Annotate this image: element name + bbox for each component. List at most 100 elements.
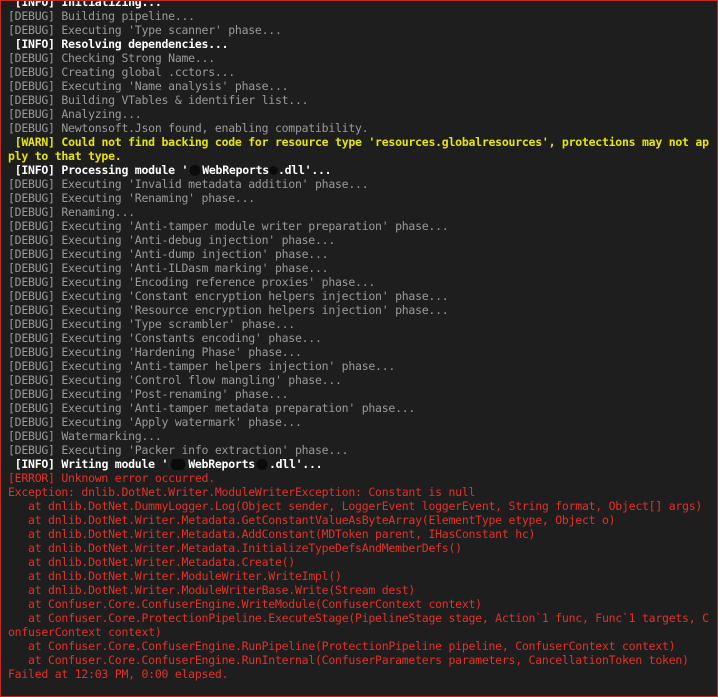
log-line-debug: [DEBUG] Executing 'Hardening Phase' phas… <box>8 345 714 359</box>
log-line-debug: [DEBUG] Executing 'Anti-tamper metadata … <box>8 401 714 415</box>
log-line-text: [DEBUG] Executing 'Type scrambler' phase… <box>8 317 295 331</box>
log-line-text: [DEBUG] Executing 'Renaming' phase... <box>8 191 255 205</box>
log-line-debug: [DEBUG] Executing 'Anti-tamper module wr… <box>8 219 714 233</box>
log-line-error: at dnlib.DotNet.Writer.Metadata.AddConst… <box>8 527 714 541</box>
log-line-text: [DEBUG] Newtonsoft.Json found, enabling … <box>8 121 369 135</box>
log-line-debug: [DEBUG] Newtonsoft.Json found, enabling … <box>8 121 714 135</box>
log-line-text: [DEBUG] Executing 'Type scanner' phase..… <box>8 23 282 37</box>
log-line-text: at dnlib.DotNet.Writer.ModuleWriterBase.… <box>8 583 416 597</box>
redacted-mark <box>254 459 269 470</box>
log-line-text: Exception: dnlib.DotNet.Writer.ModuleWri… <box>8 485 476 499</box>
module-ext-text: .dll'... <box>268 457 323 471</box>
module-ext-text: .dll'... <box>277 163 332 177</box>
log-line-text: at dnlib.DotNet.DummyLogger.Log(Object s… <box>8 499 703 513</box>
log-line-debug: [DEBUG] Executing 'Name analysis' phase.… <box>8 79 714 93</box>
log-line-text: [DEBUG] Executing 'Anti-tamper helpers i… <box>8 359 396 373</box>
log-line-text: [DEBUG] Checking Strong Name... <box>8 51 215 65</box>
log-line-text: [DEBUG] Executing 'Anti-tamper module wr… <box>8 219 449 233</box>
log-line-debug: [DEBUG] Creating global .cctors... <box>8 65 714 79</box>
log-line-error: at dnlib.DotNet.DummyLogger.Log(Object s… <box>8 499 714 513</box>
log-line-text: [DEBUG] Executing 'Encoding reference pr… <box>8 275 376 289</box>
log-line-error: at dnlib.DotNet.Writer.ModuleWriterBase.… <box>8 583 714 597</box>
log-line-debug: [DEBUG] Executing 'Anti-ILDasm marking' … <box>8 261 714 275</box>
module-name-text: WebReports <box>202 163 269 177</box>
log-line-text: at dnlib.DotNet.Writer.Metadata.GetConst… <box>8 513 616 527</box>
module-name-text: WebReports <box>188 457 255 471</box>
log-line-error: at dnlib.DotNet.Writer.Metadata.GetConst… <box>8 513 714 527</box>
log-line-text: [DEBUG] Executing 'Name analysis' phase.… <box>8 79 289 93</box>
log-line-text: [DEBUG] Executing 'Hardening Phase' phas… <box>8 345 302 359</box>
log-line-debug: [DEBUG] Executing 'Invalid metadata addi… <box>8 177 714 191</box>
log-line-debug: [DEBUG] Executing 'Packer info extractio… <box>8 443 714 457</box>
log-line-debug: [DEBUG] Executing 'Control flow mangling… <box>8 373 714 387</box>
log-line-text: [INFO] Initializing... <box>8 0 162 9</box>
log-line-error: [ERROR] Unknown error occurred. <box>8 471 714 485</box>
log-line-text: [WARN] Could not find backing code for r… <box>8 135 709 163</box>
log-line-text: [DEBUG] Executing 'Invalid metadata addi… <box>8 177 369 191</box>
log-line-text: at dnlib.DotNet.Writer.ModuleWriter.Writ… <box>8 569 342 583</box>
log-line-text: [DEBUG] Renaming... <box>8 205 135 219</box>
log-line-error: Failed at 12:03 PM, 0:00 elapsed. <box>8 667 714 681</box>
log-line-text: [DEBUG] Executing 'Control flow mangling… <box>8 373 342 387</box>
log-line-error: at Confuser.Core.ConfuserEngine.RunInter… <box>8 653 714 667</box>
log-line-text: [DEBUG] Executing 'Anti-ILDasm marking' … <box>8 261 329 275</box>
log-line-text: at Confuser.Core.ConfuserEngine.WriteMod… <box>8 597 482 611</box>
log-line-debug: [DEBUG] Executing 'Apply watermark' phas… <box>8 415 714 429</box>
log-line-debug: [DEBUG] Executing 'Type scrambler' phase… <box>8 317 714 331</box>
log-line-text: [DEBUG] Watermarking... <box>8 429 162 443</box>
log-line-info: [INFO] Writing module ' WebReports .dll'..… <box>8 457 714 471</box>
log-line-error: at Confuser.Core.ConfuserEngine.WriteMod… <box>8 597 714 611</box>
console-output-window[interactable]: [INFO] Initializing... [DEBUG] Building p… <box>0 0 718 697</box>
log-line-text: [DEBUG] Executing 'Post-renaming' phase.… <box>8 387 289 401</box>
log-line-text: [DEBUG] Executing 'Constant encryption h… <box>8 289 449 303</box>
log-line-warn: [WARN] Could not find backing code for r… <box>8 135 714 163</box>
redacted-mark <box>188 165 203 176</box>
log-line-info: [INFO] Resolving dependencies... <box>8 37 714 51</box>
log-line-debug: [DEBUG] Renaming... <box>8 205 714 219</box>
redacted-mark <box>168 459 189 470</box>
log-line-text: at Confuser.Core.ConfuserEngine.RunInter… <box>8 653 689 667</box>
log-line-error: at dnlib.DotNet.Writer.Metadata.Initiali… <box>8 541 714 555</box>
log-line-error: Exception: dnlib.DotNet.Writer.ModuleWri… <box>8 485 714 499</box>
log-line-debug: [DEBUG] Analyzing... <box>8 107 714 121</box>
log-line-text: at dnlib.DotNet.Writer.Metadata.Initiali… <box>8 541 462 555</box>
log-line-text: [INFO] Processing module ' <box>8 163 189 177</box>
log-line-text: at Confuser.Core.ConfuserEngine.RunPipel… <box>8 639 676 653</box>
log-line-debug: [DEBUG] Executing 'Encoding reference pr… <box>8 275 714 289</box>
log-line-text: [DEBUG] Executing 'Apply watermark' phas… <box>8 415 302 429</box>
log-line-debug: [DEBUG] Executing 'Constants encoding' p… <box>8 331 714 345</box>
log-line-text: [INFO] Writing module ' <box>8 457 169 471</box>
log-line-text: at dnlib.DotNet.Writer.Metadata.Create() <box>8 555 295 569</box>
log-line-debug: [DEBUG] Executing 'Constant encryption h… <box>8 289 714 303</box>
log-line-text: [DEBUG] Analyzing... <box>8 107 142 121</box>
log-line-text: [DEBUG] Executing 'Resource encryption h… <box>8 303 449 317</box>
log-line-text: [DEBUG] Executing 'Packer info extractio… <box>8 443 349 457</box>
log-line-debug: [DEBUG] Executing 'Anti-debug injection'… <box>8 233 714 247</box>
log-line-debug: [DEBUG] Executing 'Anti-dump injection' … <box>8 247 714 261</box>
log-line-debug: [DEBUG] Building VTables & identifier li… <box>8 93 714 107</box>
log-line-debug: [DEBUG] Checking Strong Name... <box>8 51 714 65</box>
log-line-debug: [DEBUG] Watermarking... <box>8 429 714 443</box>
log-line-text: [DEBUG] Executing 'Anti-debug injection'… <box>8 233 336 247</box>
log-line-text: [DEBUG] Building VTables & identifier li… <box>8 93 309 107</box>
log-line-debug: [DEBUG] Executing 'Post-renaming' phase.… <box>8 387 714 401</box>
log-line-text: [DEBUG] Creating global .cctors... <box>8 65 235 79</box>
log-output: [INFO] Initializing... [DEBUG] Building p… <box>8 0 714 681</box>
log-line-debug: [DEBUG] Executing 'Type scanner' phase..… <box>8 23 714 37</box>
log-line-debug: [DEBUG] Executing 'Resource encryption h… <box>8 303 714 317</box>
log-line-error: at dnlib.DotNet.Writer.ModuleWriter.Writ… <box>8 569 714 583</box>
log-line-error: at dnlib.DotNet.Writer.Metadata.Create() <box>8 555 714 569</box>
log-line-text: at Confuser.Core.ProtectionPipeline.Exec… <box>8 611 709 639</box>
log-line-text: [ERROR] Unknown error occurred. <box>8 471 215 485</box>
log-line-text: [DEBUG] Executing 'Constants encoding' p… <box>8 331 322 345</box>
log-line-error: at Confuser.Core.ProtectionPipeline.Exec… <box>8 611 714 639</box>
log-line-debug: [DEBUG] Executing 'Anti-tamper helpers i… <box>8 359 714 373</box>
log-line-debug: [DEBUG] Executing 'Renaming' phase... <box>8 191 714 205</box>
log-line-text: [INFO] Resolving dependencies... <box>8 37 229 51</box>
log-line-info: [INFO] Initializing... <box>8 0 714 9</box>
log-line-text: [DEBUG] Building pipeline... <box>8 9 195 23</box>
log-line-info: [INFO] Processing module ' WebReports .dll… <box>8 163 714 177</box>
log-line-text: Failed at 12:03 PM, 0:00 elapsed. <box>8 667 229 681</box>
log-line-text: at dnlib.DotNet.Writer.Metadata.AddConst… <box>8 527 536 541</box>
redacted-mark <box>268 165 278 176</box>
